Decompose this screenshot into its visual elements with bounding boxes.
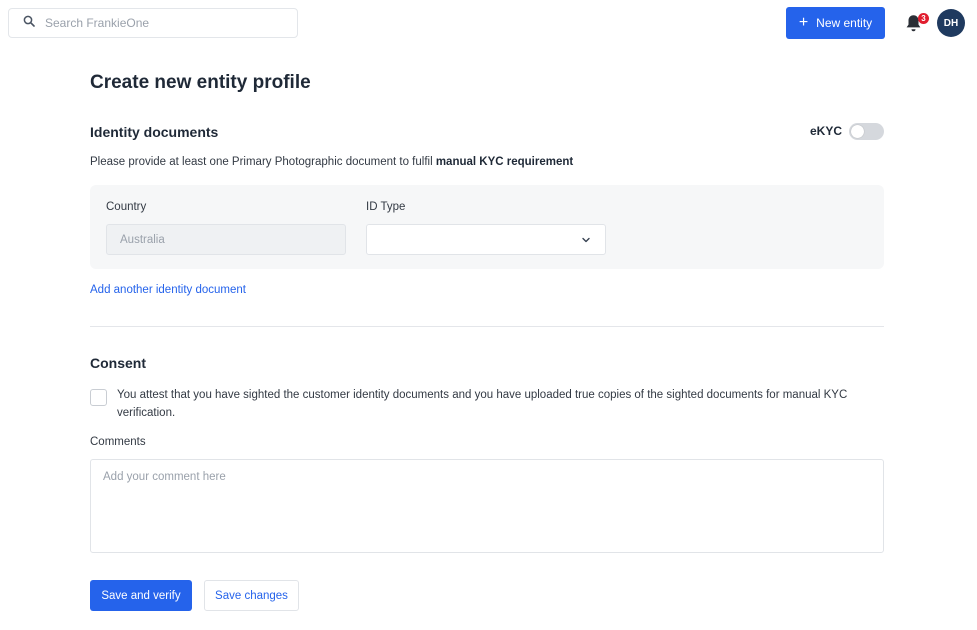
identity-instructions: Please provide at least one Primary Phot… [90, 156, 573, 168]
consent-text: You attest that you have sighted the cus… [117, 389, 848, 419]
identity-documents-heading: Identity documents [90, 124, 219, 140]
chevron-down-icon [582, 237, 590, 243]
comments-textarea[interactable] [90, 459, 884, 553]
country-field: Australia [106, 224, 346, 255]
new-entity-label: New entity [816, 16, 873, 30]
plus-icon: + [798, 13, 809, 31]
instructions-emphasis: manual KYC requirement [435, 156, 574, 168]
ekyc-label: eKYC [810, 124, 843, 138]
user-avatar[interactable]: DH [937, 9, 965, 37]
comments-label: Comments [90, 436, 146, 448]
search-icon [23, 14, 35, 32]
consent-heading: Consent [90, 355, 146, 371]
notification-count-badge: 3 [918, 13, 929, 24]
id-type-select[interactable] [366, 224, 606, 255]
instructions-text: Please provide at least one Primary Phot… [90, 156, 436, 168]
save-changes-button[interactable]: Save changes [204, 580, 299, 611]
ekyc-toggle[interactable] [849, 123, 884, 140]
search-input[interactable] [45, 16, 285, 30]
section-divider [90, 326, 884, 327]
page-title: Create new entity profile [90, 72, 311, 93]
country-label: Country [106, 201, 147, 213]
add-identity-document-link[interactable]: Add another identity document [90, 284, 246, 296]
id-type-label: ID Type [366, 201, 406, 213]
search-bar[interactable] [8, 8, 298, 38]
new-entity-button[interactable]: + New entity [786, 7, 885, 39]
toggle-knob [851, 125, 864, 138]
country-value: Australia [120, 233, 165, 246]
save-and-verify-button[interactable]: Save and verify [90, 580, 192, 611]
consent-checkbox[interactable] [90, 389, 107, 406]
